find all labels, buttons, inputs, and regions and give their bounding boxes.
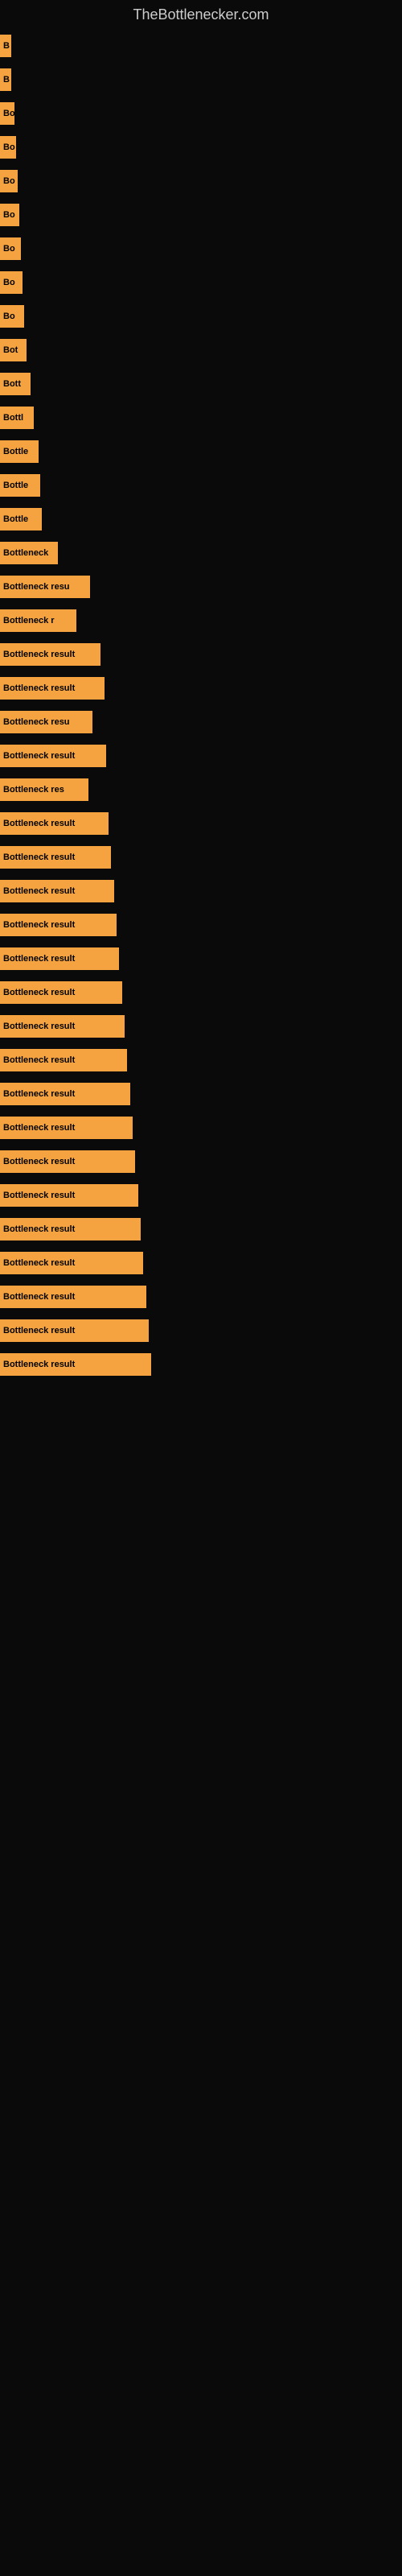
- bar-label: Bottleneck r: [0, 609, 76, 632]
- site-title: TheBottlenecker.com: [0, 0, 402, 33]
- bar-label: Bot: [0, 339, 27, 361]
- bar-row: Bottleneck result: [0, 743, 402, 769]
- bar-row: Bottleneck resu: [0, 574, 402, 600]
- bar-label: Bottleneck result: [0, 981, 122, 1004]
- bar-row: Bo: [0, 202, 402, 228]
- bar-label: Bottleneck res: [0, 778, 88, 801]
- bar-label: Bottleneck result: [0, 1083, 130, 1105]
- bar-label: Bott: [0, 373, 31, 395]
- bar-label: Bottleneck result: [0, 677, 105, 700]
- bar-row: Bottleneck result: [0, 878, 402, 904]
- bar-row: Bottleneck r: [0, 608, 402, 634]
- bar-row: Bottleneck res: [0, 777, 402, 803]
- bar-row: Bottleneck result: [0, 1081, 402, 1107]
- bar-row: Bottleneck result: [0, 1115, 402, 1141]
- bar-label: Bottl: [0, 407, 34, 429]
- bar-row: Bottleneck result: [0, 912, 402, 938]
- bar-label: Bottleneck result: [0, 914, 117, 936]
- bar-row: Bo: [0, 101, 402, 126]
- bar-label: Bottleneck result: [0, 812, 109, 835]
- bar-label: Bottleneck result: [0, 1049, 127, 1071]
- bar-row: B: [0, 67, 402, 93]
- bar-row: Bot: [0, 337, 402, 363]
- bar-label: Bottleneck result: [0, 745, 106, 767]
- bar-label: Bo: [0, 102, 14, 125]
- bar-label: Bottleneck result: [0, 1150, 135, 1173]
- bar-row: Bott: [0, 371, 402, 397]
- bar-row: Bottleneck result: [0, 1047, 402, 1073]
- bar-row: Bottle: [0, 506, 402, 532]
- bar-row: Bottleneck result: [0, 1183, 402, 1208]
- bar-label: Bottleneck: [0, 542, 58, 564]
- bar-row: Bottleneck result: [0, 946, 402, 972]
- bar-label: Bottleneck result: [0, 1117, 133, 1139]
- bar-row: Bottleneck result: [0, 642, 402, 667]
- bar-label: Bottleneck result: [0, 1184, 138, 1207]
- bar-label: Bo: [0, 204, 19, 226]
- bar-label: Bo: [0, 170, 18, 192]
- bar-row: Bottleneck result: [0, 980, 402, 1005]
- bar-label: Bottle: [0, 440, 39, 463]
- bar-row: Bottleneck resu: [0, 709, 402, 735]
- bar-label: Bottleneck result: [0, 1015, 125, 1038]
- bar-row: Bo: [0, 303, 402, 329]
- bar-label: Bottleneck resu: [0, 711, 92, 733]
- bar-row: Bottleneck result: [0, 675, 402, 701]
- bar-label: Bottleneck result: [0, 1319, 149, 1342]
- bar-row: Bottleneck result: [0, 1149, 402, 1174]
- bar-row: Bottleneck result: [0, 1284, 402, 1310]
- bar-row: Bottleneck: [0, 540, 402, 566]
- bar-row: Bottleneck result: [0, 1216, 402, 1242]
- bar-label: Bottleneck result: [0, 1252, 143, 1274]
- bars-container: BB Bo Bo Bo Bo Bo Bo Bo Bot Bott Bottl Bottle Bottle…: [0, 33, 402, 1385]
- bar-label: Bottleneck result: [0, 880, 114, 902]
- bar-label: Bottle: [0, 474, 40, 497]
- bar-label: Bottleneck result: [0, 643, 100, 666]
- bar-label: Bo: [0, 237, 21, 260]
- bar-row: Bottle: [0, 439, 402, 464]
- bar-label: B: [0, 35, 11, 57]
- bar-row: Bo: [0, 168, 402, 194]
- bar-row: Bo: [0, 134, 402, 160]
- bar-label: Bo: [0, 136, 16, 159]
- bar-row: Bottleneck result: [0, 844, 402, 870]
- bar-label: Bottleneck result: [0, 1286, 146, 1308]
- page-container: TheBottlenecker.com BBBoBoBoBoBoBoBoBotB…: [0, 0, 402, 1385]
- bar-label: Bottleneck result: [0, 846, 111, 869]
- bar-label: Bo: [0, 305, 24, 328]
- bar-row: Bo: [0, 270, 402, 295]
- bar-row: Bottleneck result: [0, 1250, 402, 1276]
- bar-label: Bottleneck resu: [0, 576, 90, 598]
- bar-row: Bottleneck result: [0, 1318, 402, 1344]
- bar-row: Bo: [0, 236, 402, 262]
- bar-row: Bottl: [0, 405, 402, 431]
- bar-label: Bottleneck result: [0, 1218, 141, 1241]
- bar-row: Bottle: [0, 473, 402, 498]
- bar-row: Bottleneck result: [0, 1352, 402, 1377]
- bar-label: Bo: [0, 271, 23, 294]
- bar-row: Bottleneck result: [0, 811, 402, 836]
- bar-row: Bottleneck result: [0, 1013, 402, 1039]
- bar-label: Bottleneck result: [0, 1353, 151, 1376]
- bar-label: Bottleneck result: [0, 947, 119, 970]
- bar-label: B: [0, 68, 11, 91]
- bar-label: Bottle: [0, 508, 42, 530]
- bar-row: B: [0, 33, 402, 59]
